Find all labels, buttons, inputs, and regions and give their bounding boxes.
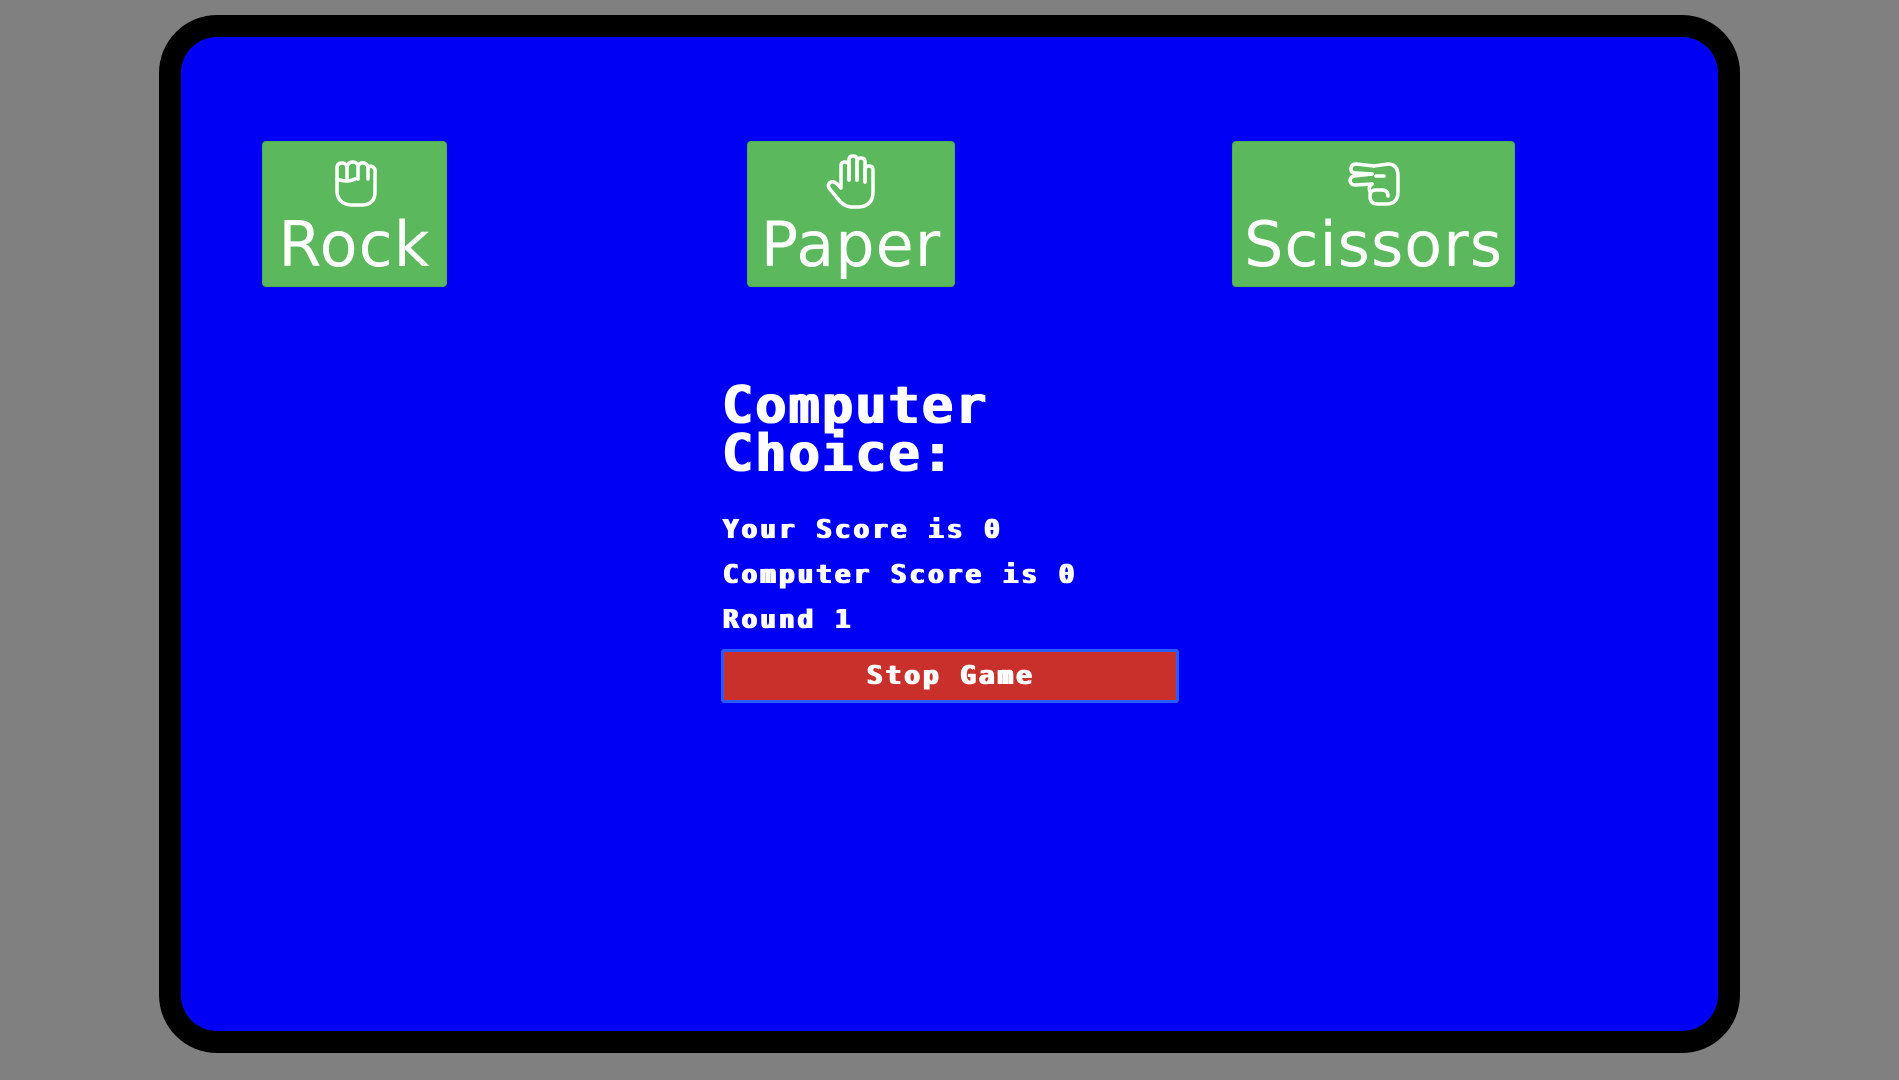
game-screen: Rock Paper Scissors Computer Choice: You… (181, 37, 1718, 1031)
computer-choice-heading: Computer Choice: (721, 376, 988, 484)
rock-label: Rock (278, 208, 431, 281)
scissors-button[interactable]: Scissors (1232, 141, 1515, 287)
paper-label: Paper (760, 208, 942, 281)
scissors-hand-icon (1347, 162, 1400, 206)
fist-icon (334, 160, 377, 207)
paper-button[interactable]: Paper (747, 141, 955, 287)
computer-score-text: Computer Score is 0 (722, 560, 1077, 590)
stop-game-label: Stop Game (866, 661, 1034, 691)
open-hand-icon (826, 154, 875, 209)
round-text: Round 1 (722, 605, 853, 635)
scissors-label: Scissors (1244, 208, 1503, 281)
stop-game-button[interactable]: Stop Game (721, 649, 1179, 703)
your-score-text: Your Score is 0 (722, 515, 1002, 545)
rock-button[interactable]: Rock (262, 141, 447, 287)
